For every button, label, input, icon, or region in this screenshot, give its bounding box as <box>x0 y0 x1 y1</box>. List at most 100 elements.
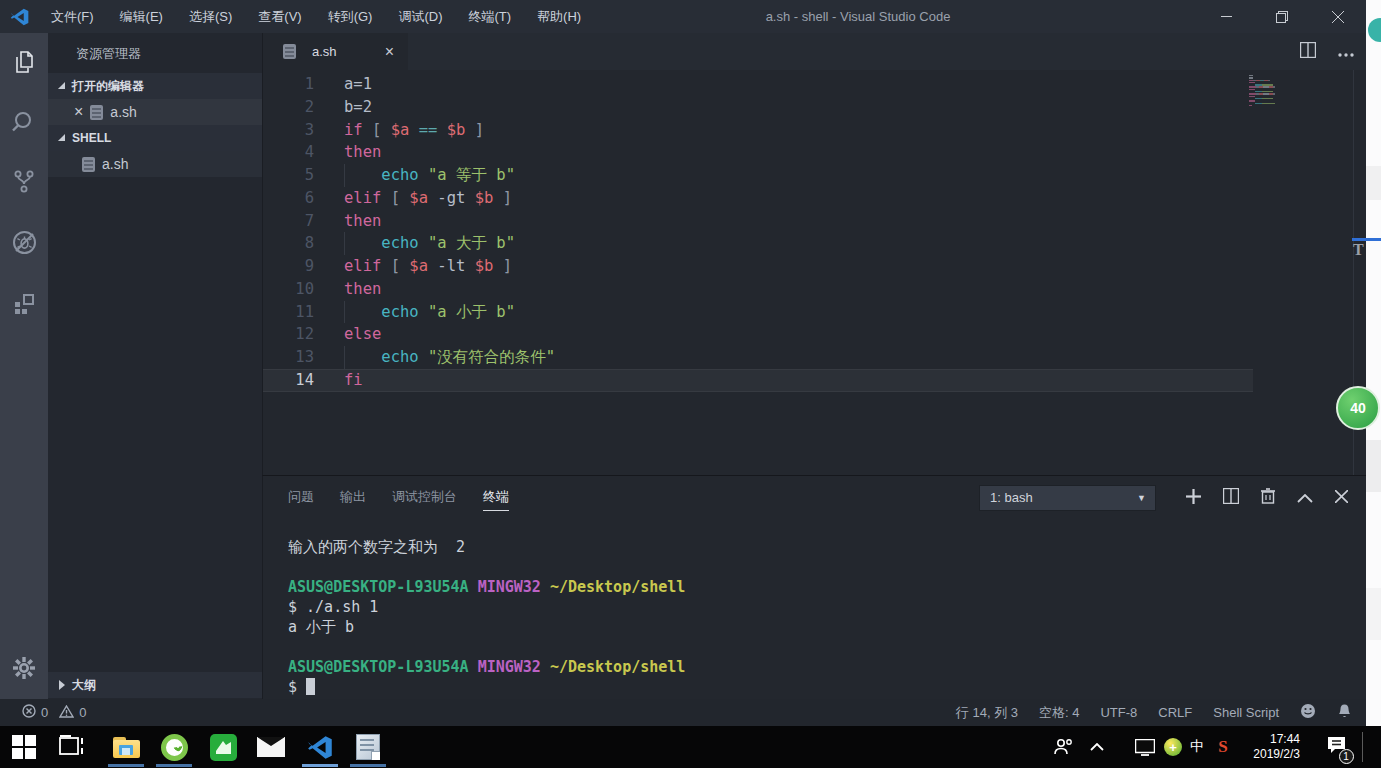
menu-7[interactable]: 帮助(H) <box>524 0 594 33</box>
shell-file-icon <box>82 157 95 172</box>
menu-1[interactable]: 编辑(E) <box>107 0 176 33</box>
taskbar-clock[interactable]: 17:44 2019/2/3 <box>1238 726 1300 768</box>
panel-tab-0[interactable]: 问题 <box>288 488 314 511</box>
code-line-1[interactable]: 1a=1 <box>263 73 1253 96</box>
explorer-icon[interactable] <box>0 42 48 82</box>
close-panel-icon[interactable] <box>1335 489 1348 507</box>
more-actions-icon[interactable] <box>1338 43 1354 61</box>
action-center-icon[interactable]: 1 <box>1318 726 1354 768</box>
menu-4[interactable]: 转到(G) <box>315 0 386 33</box>
indentation[interactable]: 空格: 4 <box>1039 704 1079 722</box>
code-editor[interactable]: 1a=12b=23if [ $a == $b ]4then5 echo "a 等… <box>262 70 1366 475</box>
close-editor-icon[interactable]: × <box>74 105 83 119</box>
terminal-select[interactable]: 1: bash ▼ <box>979 485 1156 511</box>
split-terminal-icon[interactable] <box>1223 488 1239 508</box>
restore-button[interactable] <box>1254 0 1310 33</box>
taskbar-wps-office[interactable] <box>201 726 245 768</box>
task-view-button[interactable] <box>50 726 94 768</box>
code-line-10[interactable]: 10then <box>263 278 1253 301</box>
errors-count[interactable]: 0 <box>41 705 48 720</box>
code-line-14[interactable]: 14fi <box>263 369 1253 392</box>
tree-item-ash[interactable]: a.sh <box>48 151 262 177</box>
tray-speedball-icon[interactable]: + <box>1160 726 1186 768</box>
background-t-glyph: T <box>1353 241 1367 257</box>
code-line-7[interactable]: 7then <box>263 210 1253 233</box>
cursor-position[interactable]: 行 14, 列 3 <box>956 704 1018 722</box>
terminal-line: a 小于 b <box>288 617 685 637</box>
minimize-button[interactable] <box>1198 0 1254 33</box>
code-line-4[interactable]: 4then <box>263 141 1253 164</box>
twistie-expanded-icon <box>57 133 65 141</box>
tray-display-icon[interactable] <box>1132 726 1158 768</box>
terminal-output[interactable]: 输入的两个数字之和为 2 ASUS@DESKTOP-L93U54A MINGW3… <box>288 537 685 697</box>
encoding[interactable]: UTF-8 <box>1100 705 1137 720</box>
tray-chevron-up-icon[interactable] <box>1084 726 1110 768</box>
debug-icon[interactable] <box>0 222 48 262</box>
language-mode[interactable]: Shell Script <box>1213 705 1279 720</box>
eol-sequence[interactable]: CRLF <box>1158 705 1192 720</box>
background-window-strip <box>1366 0 1381 726</box>
menu-6[interactable]: 终端(T) <box>455 0 524 33</box>
folder-section-shell[interactable]: SHELL <box>48 125 262 151</box>
tab-close-icon[interactable]: × <box>385 43 394 61</box>
floating-speed-badge[interactable]: 40 <box>1336 386 1380 430</box>
extensions-icon[interactable] <box>0 284 48 324</box>
code-line-13[interactable]: 13 echo "没有符合的条件" <box>263 346 1253 369</box>
warnings-count[interactable]: 0 <box>79 705 86 720</box>
taskbar-browser-360[interactable] <box>152 726 196 768</box>
kill-terminal-icon[interactable] <box>1261 488 1275 508</box>
tab-ash[interactable]: a.sh × <box>263 33 408 70</box>
open-editors-section[interactable]: 打开的编辑器 <box>48 73 262 99</box>
maximize-panel-icon[interactable] <box>1297 489 1313 507</box>
open-editor-item-ash[interactable]: × a.sh <box>48 99 262 125</box>
panel-tab-1[interactable]: 输出 <box>340 488 366 511</box>
start-button[interactable] <box>2 726 46 768</box>
settings-gear-icon[interactable] <box>0 648 48 688</box>
outline-section[interactable]: 大纲 <box>48 672 262 698</box>
code-line-2[interactable]: 2b=2 <box>263 96 1253 119</box>
bottom-panel: 问题 输出 调试控制台 终端 1: bash ▼ 输入的两个数字之和为 2 ASUS@… <box>262 475 1366 699</box>
close-window-button[interactable] <box>1310 0 1366 33</box>
code-line-9[interactable]: 9elif [ $a -lt $b ] <box>263 255 1253 278</box>
window-title: a.sh - shell - Visual Studio Code <box>766 9 951 24</box>
code-line-3[interactable]: 3if [ $a == $b ] <box>263 119 1253 142</box>
errors-icon[interactable] <box>22 704 36 721</box>
code-line-11[interactable]: 11 echo "a 小于 b" <box>263 301 1253 324</box>
menu-2[interactable]: 选择(S) <box>176 0 245 33</box>
vscode-logo-icon[interactable] <box>10 7 30 27</box>
search-icon[interactable] <box>0 102 48 142</box>
code-line-12[interactable]: 12else <box>263 323 1253 346</box>
taskbar-vscode[interactable] <box>298 726 342 768</box>
tray-sogou-icon[interactable]: S <box>1210 726 1236 768</box>
minimap[interactable] <box>1249 75 1353 107</box>
panel-tab-3[interactable]: 终端 <box>483 488 509 511</box>
dropdown-caret-icon: ▼ <box>1137 486 1146 510</box>
terminal-line: $ <box>288 677 685 697</box>
tray-ime-indicator[interactable]: 中 <box>1184 726 1210 768</box>
menu-3[interactable]: 查看(V) <box>245 0 314 33</box>
source-control-icon[interactable] <box>0 161 48 201</box>
editor-tab-bar: a.sh × <box>262 33 1366 70</box>
status-bar: 0 0 行 14, 列 3 空格: 4 UTF-8 CRLF Shell Scr… <box>0 699 1366 726</box>
tray-people-icon[interactable] <box>1048 726 1078 768</box>
code-line-5[interactable]: 5 echo "a 等于 b" <box>263 164 1253 187</box>
terminal-line <box>288 557 685 577</box>
split-editor-icon[interactable] <box>1300 42 1316 62</box>
feedback-smiley-icon[interactable] <box>1300 703 1316 722</box>
menu-5[interactable]: 调试(D) <box>385 0 455 33</box>
terminal-line <box>288 637 685 657</box>
taskbar-mail[interactable] <box>249 726 293 768</box>
code-line-6[interactable]: 6elif [ $a -gt $b ] <box>263 187 1253 210</box>
terminal-line: ASUS@DESKTOP-L93U54A MINGW32 ~/Desktop/s… <box>288 657 685 677</box>
windows-taskbar: + 中 S 17:44 2019/2/3 1 <box>0 726 1381 768</box>
warnings-icon[interactable] <box>59 705 74 721</box>
new-terminal-icon[interactable] <box>1186 489 1201 508</box>
menu-0[interactable]: 文件(F) <box>38 0 107 33</box>
panel-tab-2[interactable]: 调试控制台 <box>392 488 457 511</box>
code-line-8[interactable]: 8 echo "a 大于 b" <box>263 232 1253 255</box>
taskbar-file-explorer[interactable] <box>104 726 148 768</box>
notifications-bell-icon[interactable] <box>1337 703 1352 722</box>
taskbar-notepad[interactable] <box>346 726 390 768</box>
terminal-line: $ ./a.sh 1 <box>288 597 685 617</box>
terminal-cursor <box>306 678 315 695</box>
